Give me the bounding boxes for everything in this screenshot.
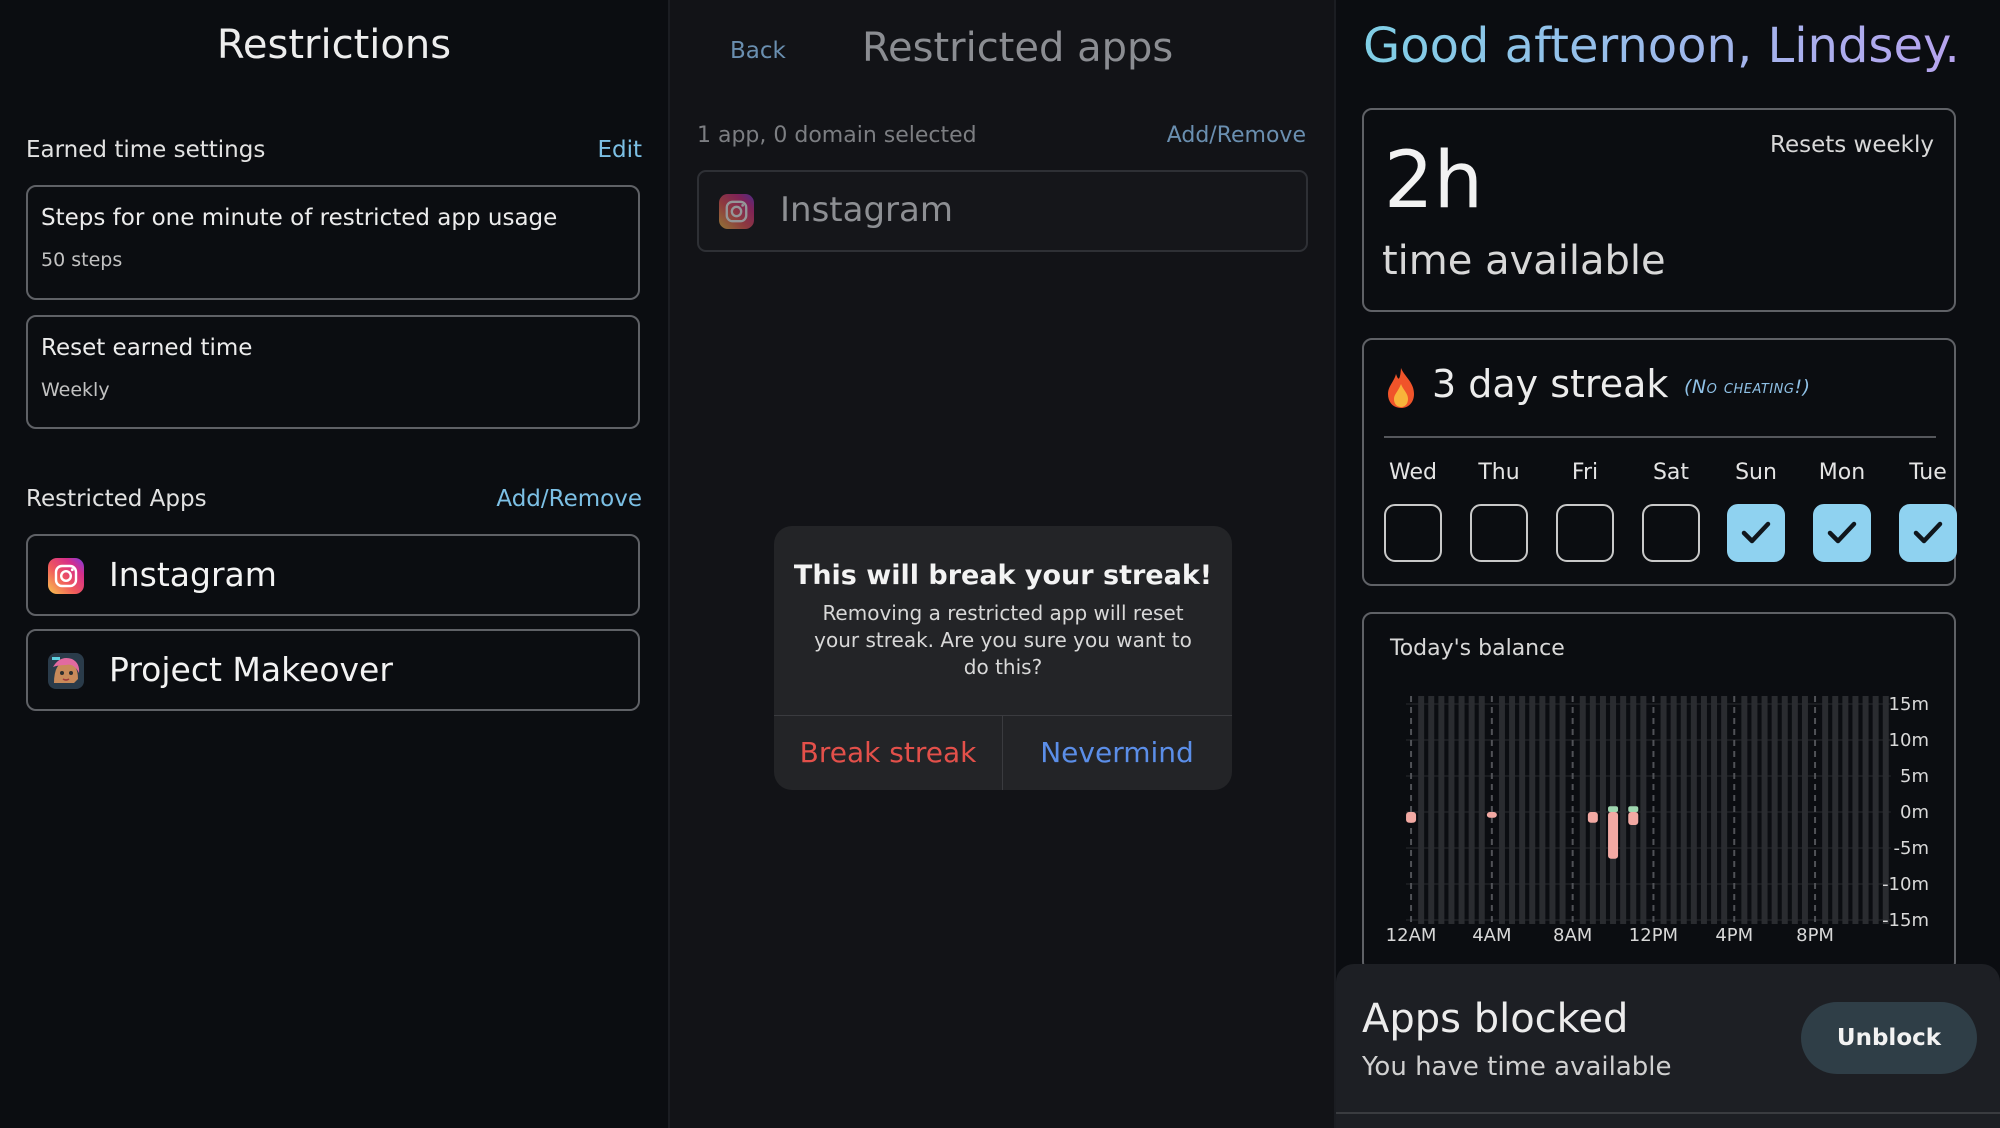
restricted-apps-heading: Restricted Apps	[26, 486, 207, 512]
card-value: Weekly	[41, 379, 110, 401]
streak-divider	[1384, 436, 1936, 438]
app-row-project-makeover[interactable]: Project Makeover	[26, 629, 640, 711]
instagram-icon	[719, 194, 754, 229]
break-streak-button[interactable]: Break streak	[774, 715, 1002, 790]
balance-bar	[1628, 812, 1639, 825]
earned-time-heading: Earned time settings	[26, 137, 266, 163]
x-tick-label: 12PM	[1629, 925, 1678, 946]
reset-earned-time-card[interactable]: Reset earned time Weekly	[26, 315, 640, 429]
balance-bar	[1608, 812, 1619, 859]
y-tick-label: -10m	[1882, 874, 1929, 895]
check-icon	[1741, 521, 1771, 544]
day-checkbox	[1813, 504, 1871, 562]
day-checkbox	[1727, 504, 1785, 562]
restrictions-panel: Restrictions Earned time settings Edit S…	[0, 0, 668, 1128]
page-title: Restricted apps	[862, 25, 1174, 71]
selection-count: 1 app, 0 domain selected	[697, 123, 977, 148]
project-makeover-icon	[48, 653, 84, 689]
balance-bar	[1486, 812, 1497, 818]
balance-bar-positive	[1608, 806, 1619, 812]
nevermind-button[interactable]: Nevermind	[1003, 715, 1231, 790]
card-title: Reset earned time	[41, 335, 253, 361]
y-tick-label: 0m	[1900, 802, 1929, 823]
app-name: Project Makeover	[109, 650, 393, 689]
day-checkbox	[1384, 504, 1442, 562]
alert-message: Removing a restricted app will reset you…	[814, 601, 1192, 679]
balance-chart: 15m 10m 5m 0m -5m -10m -15m 12AM 4AM 8AM 12PM 4PM 8P…	[1386, 694, 1929, 946]
balance-bar-positive	[1628, 806, 1639, 812]
app-row-instagram[interactable]: Instagram	[697, 170, 1308, 252]
y-tick-label: 5m	[1900, 766, 1929, 787]
x-tick-label: 4AM	[1472, 925, 1511, 946]
day-checkbox	[1556, 504, 1614, 562]
day-checkbox	[1899, 504, 1957, 562]
day-label: Sun	[1735, 460, 1777, 485]
steps-per-minute-card[interactable]: Steps for one minute of restricted app u…	[26, 185, 640, 300]
home-panel: Good afternoon, Lindsey. Resets weekly 2…	[1336, 0, 2000, 1128]
card-value: 50 steps	[41, 249, 123, 271]
greeting: Good afternoon, Lindsey.	[1363, 18, 1960, 74]
app-row-instagram[interactable]: Instagram	[26, 534, 640, 616]
resets-label: Resets weekly	[1770, 132, 1934, 158]
y-tick-label: 15m	[1889, 694, 1929, 715]
app-name: Instagram	[780, 190, 953, 230]
add-remove-button[interactable]: Add/Remove	[1167, 123, 1306, 148]
unblock-button[interactable]: Unblock	[1801, 1002, 1977, 1074]
back-button[interactable]: Back	[730, 38, 786, 64]
apps-blocked-subtitle: You have time available	[1362, 1052, 1672, 1082]
add-remove-button[interactable]: Add/Remove	[496, 486, 642, 512]
streak-count: 3 day streak	[1432, 362, 1669, 406]
time-available-value: 2h	[1384, 136, 1484, 226]
sheet-divider	[1336, 1112, 2000, 1114]
apps-blocked-sheet: Apps blocked You have time available Unb…	[1336, 964, 2000, 1128]
streak-card: 3 day streak (No cheating!) Wed Thu Fri …	[1362, 338, 1957, 586]
app-name: Instagram	[109, 555, 277, 594]
streak-note: (No cheating!)	[1684, 376, 1811, 398]
x-tick-label: 4PM	[1715, 925, 1753, 946]
check-icon	[1913, 521, 1943, 544]
break-streak-alert: This will break your streak! Removing a …	[774, 526, 1232, 790]
day-label: Sat	[1652, 460, 1690, 485]
x-tick-label: 8AM	[1553, 925, 1592, 946]
day-label: Thu	[1478, 460, 1520, 485]
flame-icon	[1388, 368, 1414, 408]
x-tick-label: 8PM	[1796, 925, 1834, 946]
time-available-card: Resets weekly 2h time available	[1362, 108, 1956, 312]
day-checkbox	[1642, 504, 1700, 562]
day-label: Tue	[1909, 460, 1947, 485]
balance-card: Today's balance 15m 10m 5m 0m -5m -10m -15m 12A…	[1362, 612, 1956, 972]
day-checkbox	[1470, 504, 1528, 562]
day-label: Fri	[1571, 460, 1599, 485]
day-label: Wed	[1389, 460, 1437, 485]
check-icon	[1827, 521, 1857, 544]
edit-button[interactable]: Edit	[597, 137, 642, 163]
y-tick-label: -15m	[1882, 910, 1929, 931]
apps-blocked-title: Apps blocked	[1362, 996, 1629, 1042]
page-title: Restrictions	[216, 22, 452, 68]
restricted-apps-panel: Back Restricted apps 1 app, 0 domain sel…	[670, 0, 1334, 1128]
y-tick-label: 10m	[1889, 730, 1929, 751]
instagram-icon	[48, 558, 84, 594]
alert-title: This will break your streak!	[793, 560, 1213, 591]
day-label: Mon	[1818, 460, 1866, 485]
y-tick-label: -5m	[1894, 838, 1929, 859]
card-title: Steps for one minute of restricted app u…	[41, 205, 558, 231]
balance-bar	[1406, 812, 1417, 823]
time-available-label: time available	[1382, 238, 1666, 284]
x-tick-label: 12AM	[1386, 925, 1437, 946]
balance-bar	[1587, 812, 1598, 823]
